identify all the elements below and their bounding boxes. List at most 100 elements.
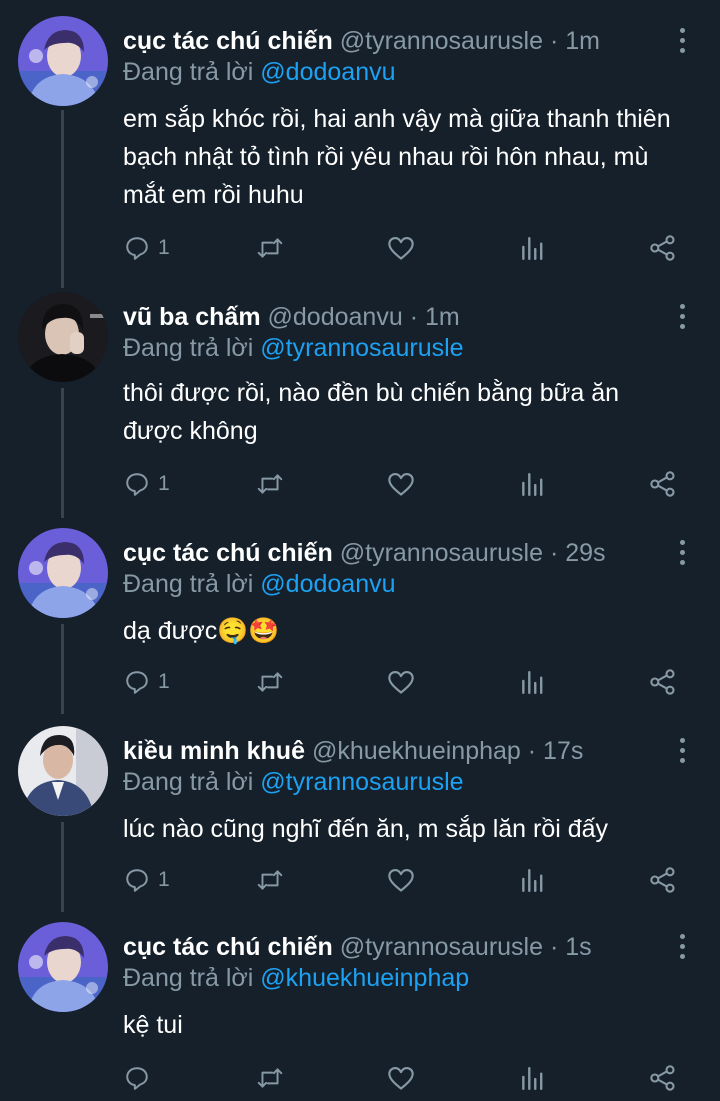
replying-to-label: Đang trả lời [123,334,254,362]
replying-to: Đang trả lời @dodoanvu [123,569,396,599]
separator-dot: · [549,539,559,567]
reply-thread: cục tác chú chiến @tyrannosaurusle · 1m … [0,0,720,1101]
retweet-icon [257,238,283,258]
action-bar: 1 [0,860,720,900]
reply-button[interactable] [124,1058,158,1098]
analytics-button[interactable] [520,662,544,702]
reply-icon [126,473,148,496]
reply-count: 1 [158,236,170,259]
tweet[interactable]: cục tác chú chiến @tyrannosaurusle · 29s… [0,528,720,708]
analytics-icon [522,473,543,497]
purple-avatar-icon[interactable] [18,528,108,618]
replying-to: Đang trả lời @dodoanvu [123,57,396,87]
tweet[interactable]: kiều minh khuê @khuekhueinphap · 17s Đan… [0,726,720,906]
analytics-button[interactable] [520,464,544,504]
purple-avatar-icon[interactable] [18,16,108,106]
analytics-icon [522,1067,543,1091]
more-options-icon[interactable] [676,736,690,766]
more-options-icon[interactable] [676,26,690,56]
tweet-text: thôi được rồi, nào đền bù chiến bằng bữa… [123,379,620,445]
retweet-button[interactable] [256,228,284,268]
more-options-icon[interactable] [676,932,690,962]
timestamp[interactable]: 1s [565,933,591,961]
analytics-icon [522,671,543,695]
like-button[interactable] [387,464,415,504]
like-button[interactable] [387,1058,415,1098]
tweet[interactable]: cục tác chú chiến @tyrannosaurusle · 1m … [0,16,720,276]
tweet-header: cục tác chú chiến @tyrannosaurusle · 29s [123,538,660,568]
tweet[interactable]: cục tác chú chiến @tyrannosaurusle · 1s … [0,922,720,1101]
retweet-button[interactable] [256,860,284,900]
action-bar: 1 [0,464,720,504]
reply-button[interactable]: 1 [124,464,170,504]
like-button[interactable] [387,662,415,702]
share-button[interactable] [649,662,677,702]
separator-dot: · [549,933,559,961]
share-button[interactable] [649,860,677,900]
like-button[interactable] [387,860,415,900]
action-bar: 1 [0,228,720,268]
separator-dot: · [549,27,559,55]
retweet-button[interactable] [256,464,284,504]
separator-dot: · [409,303,419,331]
replying-to-link[interactable]: @dodoanvu [260,58,395,86]
like-button[interactable] [387,228,415,268]
replying-to-link[interactable]: @tyrannosaurusle [260,334,463,362]
timestamp[interactable]: 1m [565,27,600,55]
retweet-button[interactable] [256,1058,284,1098]
share-button[interactable] [649,1058,677,1098]
light-avatar-icon[interactable] [18,726,108,816]
analytics-button[interactable] [520,860,544,900]
display-name[interactable]: vũ ba chấm [123,303,261,331]
replying-to: Đang trả lời @khuekhueinphap [123,963,469,993]
tweet-header: cục tác chú chiến @tyrannosaurusle · 1m [123,26,660,56]
more-options-icon[interactable] [676,302,690,332]
retweet-icon [257,672,283,692]
replying-to-link[interactable]: @khuekhueinphap [260,964,469,992]
tweet-text: em sắp khóc rồi, hai anh vậy mà giữa tha… [123,105,671,209]
display-name[interactable]: cục tác chú chiến [123,933,333,961]
replying-to-link[interactable]: @dodoanvu [260,570,395,598]
share-icon [650,669,675,695]
heart-icon [388,869,414,892]
analytics-button[interactable] [520,228,544,268]
tweet-text: kệ tui [123,1011,183,1039]
share-button[interactable] [649,464,677,504]
dark-avatar-icon[interactable] [18,292,108,382]
timestamp[interactable]: 1m [425,303,460,331]
replying-to-link[interactable]: @tyrannosaurusle [260,768,463,796]
user-handle[interactable]: @khuekhueinphap [312,737,521,765]
reply-button[interactable]: 1 [124,662,170,702]
retweet-button[interactable] [256,662,284,702]
user-handle[interactable]: @tyrannosaurusle [340,933,543,961]
tweet-text: dạ được🤤🤩 [123,617,280,645]
reply-count: 1 [158,472,170,495]
more-options-icon[interactable] [676,538,690,568]
reply-count: 1 [158,670,170,693]
reply-button[interactable]: 1 [124,860,170,900]
user-handle[interactable]: @tyrannosaurusle [340,539,543,567]
heart-icon [388,237,414,260]
reply-button[interactable]: 1 [124,228,170,268]
replying-to: Đang trả lời @tyrannosaurusle [123,767,464,797]
timestamp[interactable]: 29s [565,539,605,567]
reply-icon [126,869,148,892]
reply-count: 1 [158,868,170,891]
separator-dot: · [527,737,537,765]
display-name[interactable]: cục tác chú chiến [123,27,333,55]
purple-avatar-icon[interactable] [18,922,108,1012]
display-name[interactable]: cục tác chú chiến [123,539,333,567]
share-button[interactable] [649,228,677,268]
heart-icon [388,671,414,694]
tweet-header: cục tác chú chiến @tyrannosaurusle · 1s [123,932,660,962]
replying-to: Đang trả lời @tyrannosaurusle [123,333,464,363]
user-handle[interactable]: @tyrannosaurusle [340,27,543,55]
tweet[interactable]: vũ ba chấm @dodoanvu · 1m Đang trả lời @… [0,292,720,512]
tweet-header: kiều minh khuê @khuekhueinphap · 17s [123,736,660,766]
user-handle[interactable]: @dodoanvu [268,303,403,331]
display-name[interactable]: kiều minh khuê [123,737,305,765]
analytics-button[interactable] [520,1058,544,1098]
timestamp[interactable]: 17s [543,737,583,765]
replying-to-label: Đang trả lời [123,58,254,86]
share-icon [650,867,675,893]
